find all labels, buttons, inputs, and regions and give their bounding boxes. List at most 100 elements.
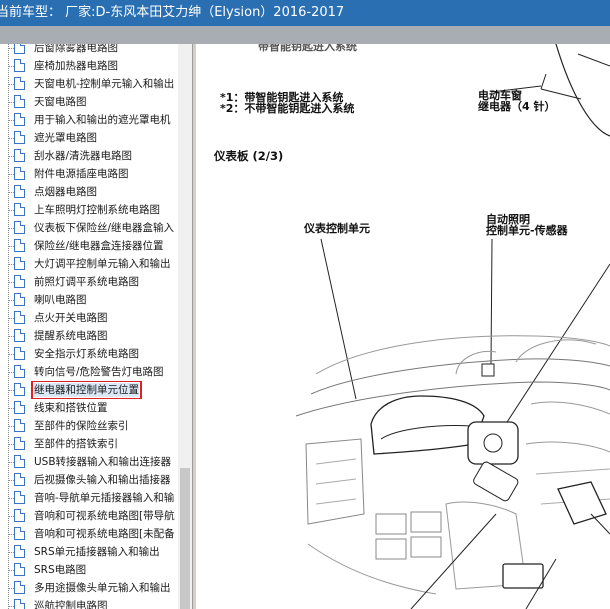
tree-item[interactable]: 仪表板下保险丝/继电器盒输入 — [0, 219, 178, 237]
tree-item-label: 点火开关电路图 — [34, 312, 108, 324]
tree-item-label: 上车照明灯控制系统电路图 — [34, 204, 160, 216]
top-cut-text: 带智能钥匙进入系统 — [258, 44, 357, 53]
tree-item-label: 至部件的搭铁索引 — [34, 438, 118, 450]
tree-item[interactable]: 座椅加热器电路图 — [0, 57, 178, 75]
tree-item-label: 转向信号/危险警告灯电路图 — [34, 366, 164, 378]
tree-item[interactable]: 喇叭电路图 — [0, 291, 178, 309]
tree-item[interactable]: USB转接器输入和输出连接器 — [0, 453, 178, 471]
tree-item[interactable]: 音响和可视系统电路图[未配备 — [0, 525, 178, 543]
tree-item[interactable]: 多用途摄像头单元输入和输出 — [0, 579, 178, 597]
tree-item-label: 多用途摄像头单元输入和输出 — [34, 582, 171, 594]
tree-item[interactable]: 后视摄像头输入和输出插接器 — [0, 471, 178, 489]
tree-item-label: 仪表板下保险丝/继电器盒输入 — [34, 222, 175, 234]
tree-item-label: 至部件的保险丝索引 — [34, 420, 129, 432]
tree-item-label: 点烟器电路图 — [34, 186, 97, 198]
tree-item-label: 后视摄像头输入和输出插接器 — [34, 474, 171, 486]
document-tree[interactable]: 后窗除雾器电路图 座椅加热器电路图天窗电机-控制单元输入和输出天窗电路图 用于输入和… — [0, 44, 178, 609]
tree-item[interactable]: 巡航控制电路图 — [0, 597, 178, 609]
document-icon — [14, 275, 25, 288]
tree-item[interactable]: 上车照明灯控制系统电路图 — [0, 201, 178, 219]
tree-item[interactable]: 遮光罩电路图 — [0, 129, 178, 147]
tree-item-label: 喇叭电路图 — [34, 294, 87, 306]
tree-item[interactable]: 安全指示灯系统电路图 — [0, 345, 178, 363]
tree-item-label: 前照灯调平系统电路图 — [34, 276, 139, 288]
window-titlebar: 当前车型： 厂家:D-东风本田艾力绅（Elysion）2016-2017 — [0, 0, 610, 26]
tree-item[interactable]: SRS电路图 — [0, 561, 178, 579]
tree-item[interactable]: 前照灯调平系统电路图 — [0, 273, 178, 291]
tree-item[interactable]: 至部件的保险丝索引 — [0, 417, 178, 435]
tree-item[interactable]: 音响和可视系统电路图[带导航 — [0, 507, 178, 525]
tree-item-label: 安全指示灯系统电路图 — [34, 348, 139, 360]
document-icon — [14, 455, 25, 468]
tree-item-label: 后窗除雾器电路图 — [34, 44, 118, 54]
tree-item-label: 附件电源插座电路图 — [34, 168, 129, 180]
tree-item[interactable]: 用于输入和输出的遮光罩电机 — [0, 111, 178, 129]
tree-item-label: 音响和可视系统电路图[未配备 — [34, 528, 175, 540]
document-icon — [14, 599, 25, 609]
tree-item-label: SRS电路图 — [34, 564, 87, 576]
document-icon — [14, 59, 25, 72]
tree-item-label: 巡航控制电路图 — [34, 600, 108, 609]
tree-item-label: 天窗电机-控制单元输入和输出 — [34, 78, 175, 90]
tree-item[interactable]: 继电器和控制单元位置 — [0, 381, 178, 399]
document-icon — [14, 329, 25, 342]
document-icon — [14, 221, 25, 234]
tree-item-label: 刮水器/清洗器电路图 — [34, 150, 133, 162]
tree-item-label: 音响-导航单元插接器输入和输 — [34, 492, 175, 504]
document-icon — [14, 581, 25, 594]
section-title: 仪表板 (2/3) — [214, 149, 284, 163]
document-icon — [14, 167, 25, 180]
document-icon — [14, 437, 25, 450]
tree-item-label: 继电器和控制单元位置 — [31, 381, 142, 399]
relay-label-line2: 继电器（4 针） — [478, 100, 556, 113]
document-icon — [14, 491, 25, 504]
toolbar — [0, 26, 610, 44]
document-icon — [14, 545, 25, 558]
document-icon — [14, 347, 25, 360]
tree-item-label: 大灯调平控制单元输入和输出 — [34, 258, 171, 270]
tree-item[interactable]: 大灯调平控制单元输入和输出 — [0, 255, 178, 273]
document-icon — [14, 401, 25, 414]
tree-item[interactable]: SRS单元插接器输入和输出 — [0, 543, 178, 561]
document-icon — [14, 509, 25, 522]
document-icon — [14, 239, 25, 252]
document-icon — [14, 149, 25, 162]
document-icon — [14, 203, 25, 216]
tree-item[interactable]: 刮水器/清洗器电路图 — [0, 147, 178, 165]
document-icon — [14, 473, 25, 486]
tree-item[interactable]: 线束和搭铁位置 — [0, 399, 178, 417]
document-icon — [14, 365, 25, 378]
document-icon — [14, 293, 25, 306]
document-icon — [14, 44, 25, 54]
document-icon — [14, 185, 25, 198]
tree-item[interactable]: 点火开关电路图 — [0, 309, 178, 327]
tree-item-label: 遮光罩电路图 — [34, 132, 97, 144]
tree-item-label: 线束和搭铁位置 — [34, 402, 108, 414]
tree-item[interactable]: 保险丝/继电器盒连接器位置 — [0, 237, 178, 255]
document-icon — [14, 131, 25, 144]
diagram-viewer[interactable]: 带智能钥匙进入系统 *1：带智能钥匙进入系统 *2：不带智能钥匙进入系统 电动车… — [196, 44, 610, 609]
tree-item-label: 座椅加热器电路图 — [34, 60, 118, 72]
tree-item-label: USB转接器输入和输出连接器 — [34, 456, 172, 468]
tree-item[interactable]: 至部件的搭铁索引 — [0, 435, 178, 453]
window-title: 当前车型： 厂家:D-东风本田艾力绅（Elysion）2016-2017 — [0, 5, 345, 20]
document-icon — [14, 419, 25, 432]
tree-item[interactable]: 天窗电机-控制单元输入和输出 — [0, 75, 178, 93]
document-icon — [14, 95, 25, 108]
document-icon — [14, 311, 25, 324]
tree-item[interactable]: 音响-导航单元插接器输入和输 — [0, 489, 178, 507]
tree-item[interactable]: 提醒系统电路图 — [0, 327, 178, 345]
gauge-control-unit-label: 仪表控制单元 — [304, 222, 370, 235]
tree-item[interactable]: 后窗除雾器电路图 — [0, 44, 178, 57]
tree-scrollbar-thumb[interactable] — [180, 468, 190, 609]
document-icon — [14, 563, 25, 576]
dashboard-diagram — [295, 44, 610, 609]
tree-item[interactable]: 附件电源插座电路图 — [0, 165, 178, 183]
document-icon — [14, 257, 25, 270]
document-icon — [14, 77, 25, 90]
tree-item[interactable]: 转向信号/危险警告灯电路图 — [0, 363, 178, 381]
document-icon — [14, 113, 25, 126]
tree-item-label: 音响和可视系统电路图[带导航 — [34, 510, 175, 522]
tree-item[interactable]: 天窗电路图 — [0, 93, 178, 111]
tree-item[interactable]: 点烟器电路图 — [0, 183, 178, 201]
